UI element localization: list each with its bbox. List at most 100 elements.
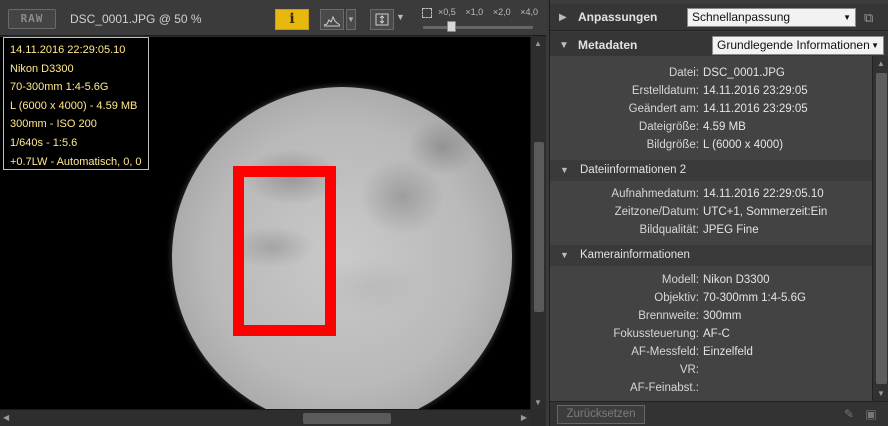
zoom-label: ×2,0 [492, 7, 511, 17]
metadata-key: Aufnahmedatum: [611, 188, 699, 200]
zoom-label: ×4,0 [520, 7, 538, 17]
vertical-scroll-thumb[interactable] [534, 142, 544, 312]
overlay-line: 1/640s - 1:5.6 [10, 136, 78, 149]
viewer-horizontal-scrollbar[interactable]: ◀ ▶ [0, 409, 530, 426]
metadata-key: Objektiv: [654, 292, 699, 304]
chevron-down-icon: ▼ [871, 41, 879, 50]
metadata-value: 14.11.2016 22:29:05.10 [703, 188, 824, 200]
metadata-key: Zeitzone/Datum: [614, 206, 699, 218]
metadata-row: Zeitzone/Datum: UTC+1, Sommerzeit:Ein [550, 206, 872, 223]
image-canvas[interactable]: 14.11.2016 22:29:05.10 Nikon D3300 70-30… [0, 37, 530, 409]
collapsed-triangle-icon[interactable]: ▶ [559, 12, 567, 23]
metadata-key: Dateigröße: [638, 121, 699, 133]
metadata-key: Geändert am: [628, 103, 699, 115]
metadata-value: JPEG Fine [703, 224, 759, 236]
metadata-value: Einzelfeld [703, 346, 753, 358]
metadata-row: AF-Feinabst.: [550, 382, 872, 399]
zoom-label: ×1,0 [465, 7, 484, 17]
viewer-vertical-scrollbar[interactable]: ▲ ▼ [530, 37, 546, 409]
metadata-key: Brennweite: [638, 310, 699, 322]
chevron-down-icon: ▼ [843, 13, 851, 22]
metadata-row: Fokussteuerung: AF-C [550, 328, 872, 345]
side-panel: ▶ Anpassungen Schnellanpassung ▼ ⧉ ▼ Met… [549, 0, 888, 426]
expanded-triangle-icon[interactable]: ▼ [559, 40, 569, 51]
metadata-value: 14.11.2016 23:29:05 [703, 103, 808, 115]
info-overlay-button[interactable]: i [275, 9, 309, 30]
shooting-info-overlay: 14.11.2016 22:29:05.10 Nikon D3300 70-30… [3, 37, 149, 170]
camera-info-subheader[interactable]: ▼ Kamerainformationen [550, 245, 872, 266]
metadata-row: Bildqualität: JPEG Fine [550, 224, 872, 241]
metadata-key: Fokussteuerung: [613, 328, 699, 340]
metadata-value: DSC_0001.JPG [703, 67, 785, 79]
file-info2-title: Dateiinformationen 2 [580, 164, 687, 176]
zoom-slider[interactable] [423, 26, 533, 29]
zoom-frame-icon [422, 8, 432, 18]
raw-toggle-button[interactable]: RAW [8, 9, 56, 29]
histogram-button[interactable] [320, 9, 344, 30]
metadata-row: Modell: Nikon D3300 [550, 274, 872, 291]
overlay-line: 14.11.2016 22:29:05.10 [10, 44, 126, 56]
metadata-select-value: Grundlegende Informationen [717, 38, 870, 52]
scroll-up-icon[interactable]: ▲ [877, 59, 885, 68]
copy-adjustments-icon[interactable]: ⧉ [864, 10, 880, 25]
overlay-line: 300mm - ISO 200 [10, 118, 97, 131]
highlight-rectangle [233, 166, 336, 336]
histogram-icon [323, 15, 341, 27]
expanded-triangle-icon[interactable]: ▼ [560, 250, 569, 260]
metadata-key: AF-Messfeld: [631, 346, 699, 358]
adjustments-select[interactable]: Schnellanpassung ▼ [687, 8, 856, 27]
moon-photo [172, 87, 512, 409]
expanded-triangle-icon[interactable]: ▼ [560, 165, 569, 175]
viewer-toolbar: RAW DSC_0001.JPG @ 50 % i ▼ ▼ ×0,5 ×1,0 … [0, 0, 546, 36]
fit-view-dropdown-icon[interactable]: ▼ [396, 12, 405, 22]
metadata-key: Datei: [668, 67, 699, 79]
metadata-value: UTC+1, Sommerzeit:Ein [703, 206, 828, 218]
fit-view-button[interactable] [370, 9, 394, 30]
camera-info-title: Kamerainformationen [580, 249, 690, 261]
metadata-row: VR: [550, 364, 872, 381]
histogram-dropdown-icon[interactable]: ▼ [346, 9, 356, 30]
overlay-line: Nikon D3300 [10, 62, 74, 75]
metadata-scroll-thumb[interactable] [876, 73, 887, 384]
zoom-label: ×0,5 [438, 7, 456, 17]
scroll-right-icon[interactable]: ▶ [521, 413, 527, 422]
metadata-row: Geändert am: 14.11.2016 23:29:05 [550, 103, 872, 120]
scroll-down-icon[interactable]: ▼ [534, 398, 542, 407]
metadata-row: Brennweite: 300mm [550, 310, 872, 327]
metadata-key: VR: [679, 364, 699, 376]
metadata-value: 4.59 MB [703, 121, 746, 133]
metadata-row: Objektiv: 70-300mm 1:4-5.6G [550, 292, 872, 309]
metadata-row: AF-Messfeld: Einzelfeld [550, 346, 872, 363]
scroll-left-icon[interactable]: ◀ [3, 413, 9, 422]
adjustments-section-header[interactable]: ▶ Anpassungen Schnellanpassung ▼ ⧉ [550, 4, 888, 31]
metadata-key: Bildqualität: [639, 224, 699, 236]
zoom-slider-thumb[interactable] [447, 21, 456, 32]
panel-footer: Zurücksetzen ✎ ▣ [550, 401, 888, 426]
metadata-key: Erstelldatum: [631, 85, 699, 97]
metadata-row: Datei: DSC_0001.JPG [550, 67, 872, 84]
paste-adjustments-icon[interactable]: ✎ [842, 407, 856, 421]
metadata-title: Metadaten [578, 38, 638, 52]
metadata-section-header[interactable]: ▼ Metadaten Grundlegende Informationen ▼ [550, 32, 888, 59]
file-info2-subheader[interactable]: ▼ Dateiinformationen 2 [550, 160, 872, 181]
metadata-value: 70-300mm 1:4-5.6G [703, 292, 806, 304]
overlay-line: +0.7LW - Automatisch, 0, 0 [10, 155, 142, 168]
metadata-key: AF-Feinabst.: [629, 382, 699, 394]
metadata-row: Erstelldatum: 14.11.2016 23:29:05 [550, 85, 872, 102]
adjustments-select-value: Schnellanpassung [692, 10, 791, 24]
file-title: DSC_0001.JPG @ 50 % [70, 12, 202, 26]
metadata-value: 14.11.2016 23:29:05 [703, 85, 808, 97]
scroll-up-icon[interactable]: ▲ [534, 39, 542, 48]
save-icon[interactable]: ▣ [864, 407, 878, 421]
scroll-down-icon[interactable]: ▼ [877, 389, 885, 398]
metadata-select[interactable]: Grundlegende Informationen ▼ [712, 36, 884, 55]
overlay-line: 70-300mm 1:4-5.6G [10, 81, 109, 94]
metadata-list: Datei: DSC_0001.JPG Erstelldatum: 14.11.… [550, 56, 872, 401]
horizontal-scroll-thumb[interactable] [303, 413, 391, 424]
metadata-scrollbar[interactable]: ▲ ▼ [872, 56, 888, 401]
metadata-value: 300mm [703, 310, 742, 322]
zoom-level-labels: ×0,5 ×1,0 ×2,0 ×4,0 [438, 7, 538, 17]
reset-button[interactable]: Zurücksetzen [557, 405, 645, 424]
image-viewer: RAW DSC_0001.JPG @ 50 % i ▼ ▼ ×0,5 ×1,0 … [0, 0, 546, 426]
metadata-value: L (6000 x 4000) [703, 139, 784, 151]
